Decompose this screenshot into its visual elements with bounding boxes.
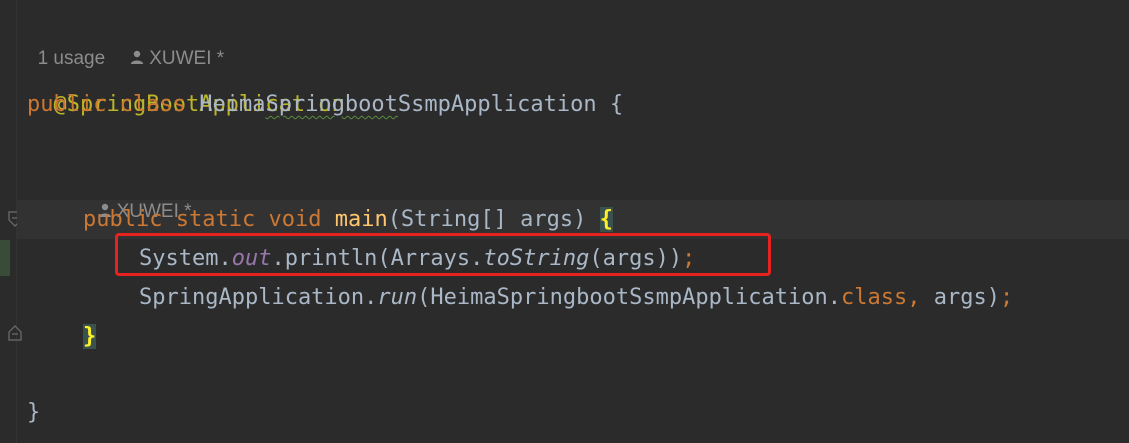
matched-close-brace: } xyxy=(83,324,97,349)
method-code-lens: XUWEI * xyxy=(86,167,192,222)
semicolon: ; xyxy=(999,285,1014,310)
code-line-class-decl[interactable]: public class HeimaSpringbootSsmpApplicat… xyxy=(27,85,623,124)
class-close-brace: } xyxy=(27,400,41,425)
class-code-lens: 1 usage XUWEI * xyxy=(27,14,225,69)
keyword-class: class xyxy=(119,92,186,117)
keyword-public: public xyxy=(83,207,163,232)
matched-open-brace: { xyxy=(599,207,613,232)
red-highlight-box xyxy=(115,233,771,276)
class-name-prefix: Heima xyxy=(199,92,266,117)
class-name-suffix: SsmpApplication xyxy=(397,92,597,117)
keyword-static: static xyxy=(175,207,256,232)
main-params: (String[] args) xyxy=(387,207,587,232)
code-line-method-close[interactable]: } xyxy=(83,317,97,356)
class-open-brace: { xyxy=(596,92,624,117)
method-name-main: main xyxy=(334,207,388,232)
keyword-void: void xyxy=(268,207,322,232)
comma: , xyxy=(907,285,921,310)
code-line-spring-run[interactable]: SpringApplication.run(HeimaSpringbootSsm… xyxy=(139,278,1013,317)
run-args-open: (HeimaSpringbootSsmpApplication. xyxy=(417,285,842,310)
fold-end-icon[interactable] xyxy=(8,325,22,341)
run-args-close: args) xyxy=(920,285,1000,310)
vcs-change-marker[interactable] xyxy=(0,240,10,276)
keyword-public: public xyxy=(27,92,107,117)
static-call-run: run xyxy=(377,285,418,310)
code-line-annotation[interactable]: @SpringBootApplication xyxy=(27,46,345,117)
code-line-class-close[interactable]: } xyxy=(27,393,40,432)
typo-word[interactable]: Springboot xyxy=(265,92,397,117)
spring-application-token: SpringApplication. xyxy=(139,285,378,310)
keyword-class: class xyxy=(841,285,908,310)
